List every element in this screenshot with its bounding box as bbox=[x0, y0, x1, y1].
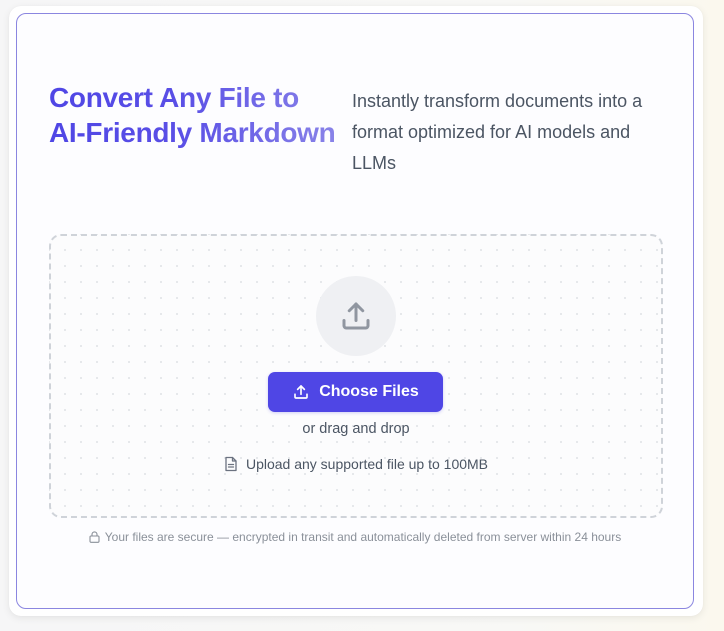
hero-headline: Convert Any File to AI-Friendly Markdown bbox=[49, 80, 339, 150]
security-text: Your files are secure — encrypted in tra… bbox=[104, 530, 622, 544]
security-note: Your files are secure — encrypted in tra… bbox=[16, 530, 694, 544]
file-limit-note: Upload any supported file up to 100MB bbox=[49, 456, 663, 472]
upload-icon-circle bbox=[316, 276, 396, 356]
document-icon bbox=[224, 456, 238, 472]
drag-drop-hint: or drag and drop bbox=[302, 421, 410, 437]
choose-files-button[interactable]: Choose Files bbox=[268, 372, 443, 412]
choose-files-label: Choose Files bbox=[319, 383, 419, 400]
hero-subhead: Instantly transform documents into a for… bbox=[352, 91, 643, 173]
upload-icon bbox=[292, 383, 310, 401]
upload-icon bbox=[342, 302, 370, 330]
lock-icon bbox=[89, 531, 100, 543]
file-limit-text: Upload any supported file up to 100MB bbox=[245, 456, 489, 472]
